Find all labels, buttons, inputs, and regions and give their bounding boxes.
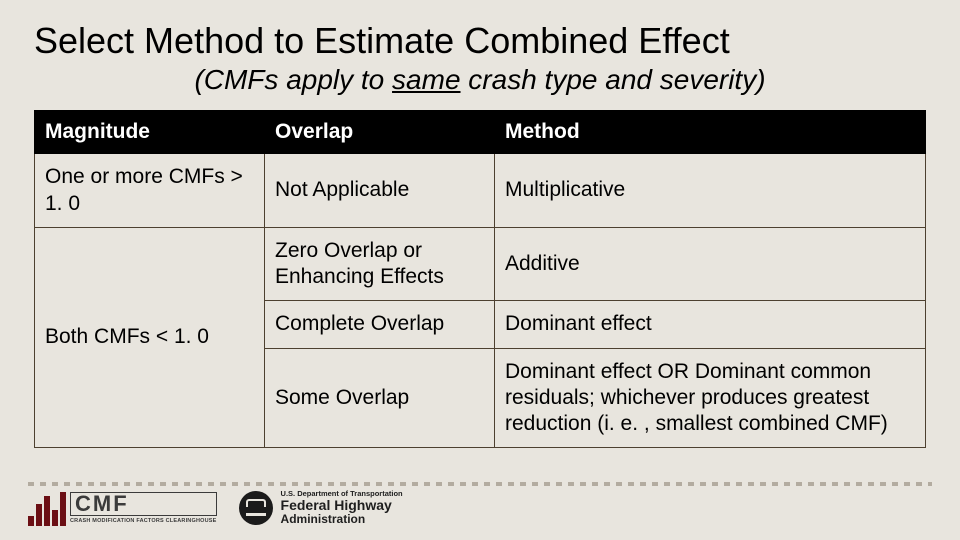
- table-row: Both CMFs < 1. 0 Zero Overlap or Enhanci…: [35, 227, 926, 301]
- fhwa-logo-text: U.S. Department of Transportation Federa…: [281, 490, 403, 525]
- subtitle-prefix: (CMFs apply to: [194, 64, 392, 95]
- cmf-bars-icon: [28, 490, 66, 526]
- cell-overlap: Some Overlap: [265, 348, 495, 448]
- fhwa-seal-icon: [239, 491, 273, 525]
- cell-method: Multiplicative: [495, 154, 926, 228]
- subtitle-suffix: crash type and severity): [461, 64, 766, 95]
- slide-subtitle: (CMFs apply to same crash type and sever…: [34, 64, 926, 96]
- cell-method: Additive: [495, 227, 926, 301]
- col-header-method: Method: [495, 111, 926, 154]
- fhwa-line2: Federal Highway: [281, 498, 403, 513]
- cell-overlap: Not Applicable: [265, 154, 495, 228]
- cmf-logo: CMF CRASH MODIFICATION FACTORS CLEARINGH…: [28, 488, 217, 528]
- table-header-row: Magnitude Overlap Method: [35, 111, 926, 154]
- cmf-logo-caption: CRASH MODIFICATION FACTORS CLEARINGHOUSE: [70, 518, 217, 524]
- slide: Select Method to Estimate Combined Effec…: [0, 0, 960, 540]
- table-row: One or more CMFs > 1. 0 Not Applicable M…: [35, 154, 926, 228]
- cell-method: Dominant effect: [495, 301, 926, 348]
- fhwa-logo: U.S. Department of Transportation Federa…: [239, 490, 403, 525]
- cell-magnitude: One or more CMFs > 1. 0: [35, 154, 265, 228]
- cell-magnitude: Both CMFs < 1. 0: [35, 227, 265, 448]
- fhwa-line3: Administration: [281, 513, 403, 526]
- cmf-logo-text: CMF CRASH MODIFICATION FACTORS CLEARINGH…: [70, 492, 217, 524]
- cell-overlap: Complete Overlap: [265, 301, 495, 348]
- subtitle-underlined: same: [392, 64, 460, 95]
- col-header-overlap: Overlap: [265, 111, 495, 154]
- method-table: Magnitude Overlap Method One or more CMF…: [34, 110, 926, 448]
- footer: CMF CRASH MODIFICATION FACTORS CLEARINGH…: [0, 478, 960, 540]
- cell-method: Dominant effect OR Dominant common resid…: [495, 348, 926, 448]
- cell-overlap: Zero Overlap or Enhancing Effects: [265, 227, 495, 301]
- col-header-magnitude: Magnitude: [35, 111, 265, 154]
- slide-title: Select Method to Estimate Combined Effec…: [34, 20, 926, 62]
- cmf-logo-letters: CMF: [70, 492, 217, 516]
